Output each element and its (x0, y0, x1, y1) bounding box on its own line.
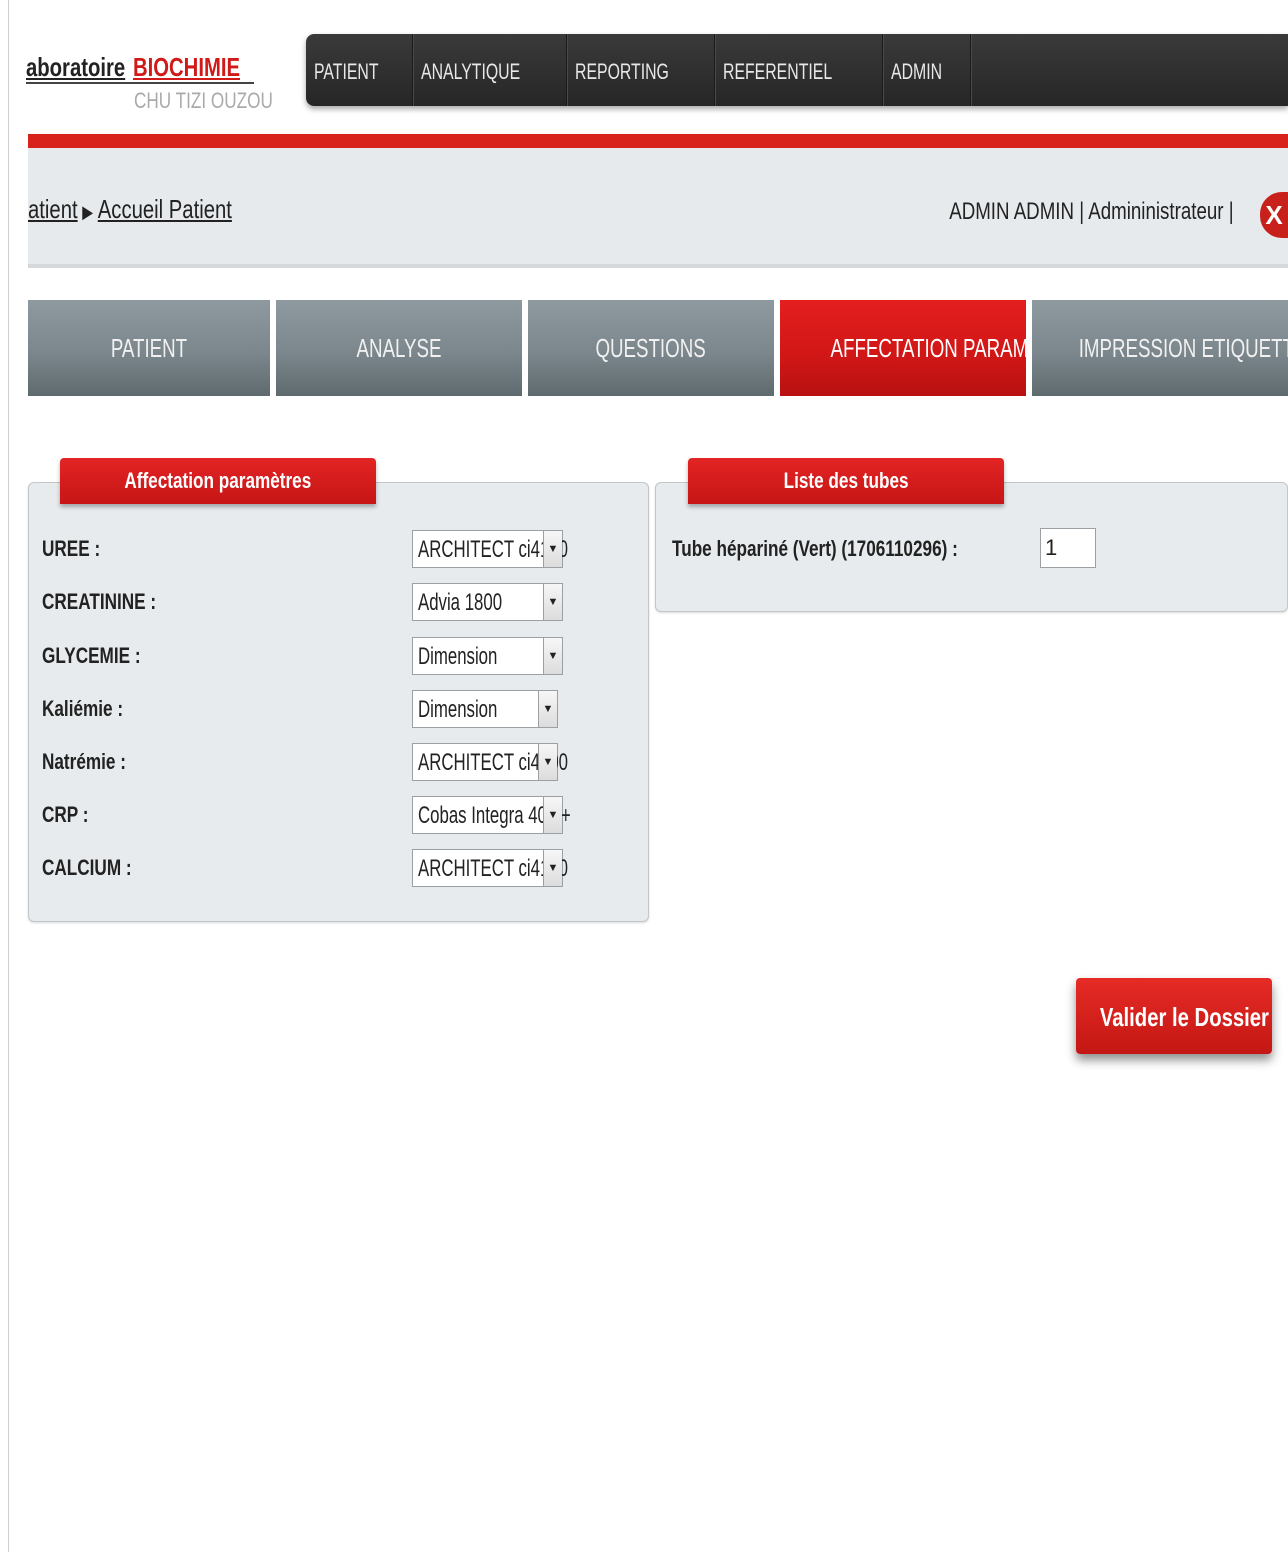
app-logo[interactable]: aboratoire BIOCHIMIE CHU TIZI OUZOU (26, 52, 273, 122)
logout-close-icon[interactable]: X (1260, 192, 1288, 238)
param-select-creatinine[interactable]: Advia 1800 ▼ (412, 583, 563, 621)
breadcrumb: atient ▶ Accueil Patient (28, 194, 289, 225)
logo-title: aboratoire BIOCHIMIE (26, 52, 300, 83)
tube-quantity-input[interactable] (1040, 528, 1096, 568)
param-select-uree[interactable]: ARCHITECT ci4100 ▼ (412, 530, 568, 568)
dropdown-arrow-icon: ▼ (543, 850, 562, 886)
tube-label: Tube hépariné (Vert) (1706110296) : (672, 536, 958, 561)
dropdown-arrow-icon: ▼ (543, 638, 562, 674)
param-label-calcium: CALCIUM : (42, 855, 132, 880)
param-select-kaliemie[interactable]: Dimension ▼ (412, 690, 558, 728)
validate-dossier-button[interactable]: Valider le Dossier (1076, 978, 1272, 1054)
tab-affectation-parametres[interactable]: AFFECTATION PARAMÈTRES (780, 300, 1091, 396)
logo-subtitle: CHU TIZI OUZOU (134, 88, 273, 113)
tubes-panel-title: Liste des tubes (688, 458, 1004, 504)
param-select-natremie[interactable]: ARCHITECT ci4100 ▼ (412, 743, 568, 781)
dropdown-arrow-icon: ▼ (543, 531, 562, 567)
param-select-crp[interactable]: Cobas Integra 400 + ▼ (412, 796, 571, 834)
param-label-creatinine: CREATININE : (42, 589, 157, 614)
tab-impression-etiquettes[interactable]: IMPRESSION ETIQUETTES (1032, 300, 1288, 396)
param-label-uree: UREE : (42, 536, 101, 561)
page-border (8, 0, 9, 1552)
user-info: ADMIN ADMIN | Admininistrateur | (949, 198, 1234, 225)
tab-questions[interactable]: QUESTIONS (528, 300, 774, 396)
breadcrumb-separator-icon: ▶ (82, 202, 94, 222)
param-label-natremie: Natrémie : (42, 749, 126, 774)
dropdown-arrow-icon: ▼ (538, 691, 557, 727)
nav-item-reporting[interactable]: REPORTING (567, 34, 715, 106)
nav-item-patient[interactable]: PATIENT (306, 34, 413, 106)
dropdown-arrow-icon: ▼ (543, 797, 562, 833)
affectation-panel-title: Affectation paramètres (60, 458, 376, 504)
param-label-glycemie: GLYCEMIE : (42, 643, 141, 668)
nav-item-referentiel[interactable]: REFERENTIEL (715, 34, 884, 106)
param-select-glycemie[interactable]: Dimension ▼ (412, 637, 563, 675)
dropdown-arrow-icon: ▼ (538, 744, 557, 780)
breadcrumb-bar: atient ▶ Accueil Patient ADMIN ADMIN | Adm… (28, 148, 1288, 268)
logo-brand: BIOCHIMIE (132, 52, 241, 82)
param-label-kaliemie: Kaliémie : (42, 696, 124, 721)
nav-item-admin[interactable]: ADMIN (883, 34, 972, 106)
param-label-crp: CRP : (42, 802, 89, 827)
header-accent-stripe (28, 134, 1288, 148)
nav-item-analytique[interactable]: ANALYTIQUE (413, 34, 568, 106)
param-select-calcium[interactable]: ARCHITECT ci4100 ▼ (412, 849, 568, 887)
breadcrumb-link-patient[interactable]: atient (28, 194, 78, 224)
logo-rule (26, 82, 254, 84)
tab-analyse[interactable]: ANALYSE (276, 300, 522, 396)
workflow-tabs: PATIENT ANALYSE QUESTIONS AFFECTATION PA… (28, 300, 1288, 396)
breadcrumb-link-accueil-patient[interactable]: Accueil Patient (98, 194, 232, 224)
dropdown-arrow-icon: ▼ (543, 584, 562, 620)
logo-prefix: aboratoire (26, 52, 126, 82)
tab-patient[interactable]: PATIENT (28, 300, 270, 396)
main-nav: PATIENT ANALYTIQUE REPORTING REFERENTIEL… (306, 34, 1288, 106)
